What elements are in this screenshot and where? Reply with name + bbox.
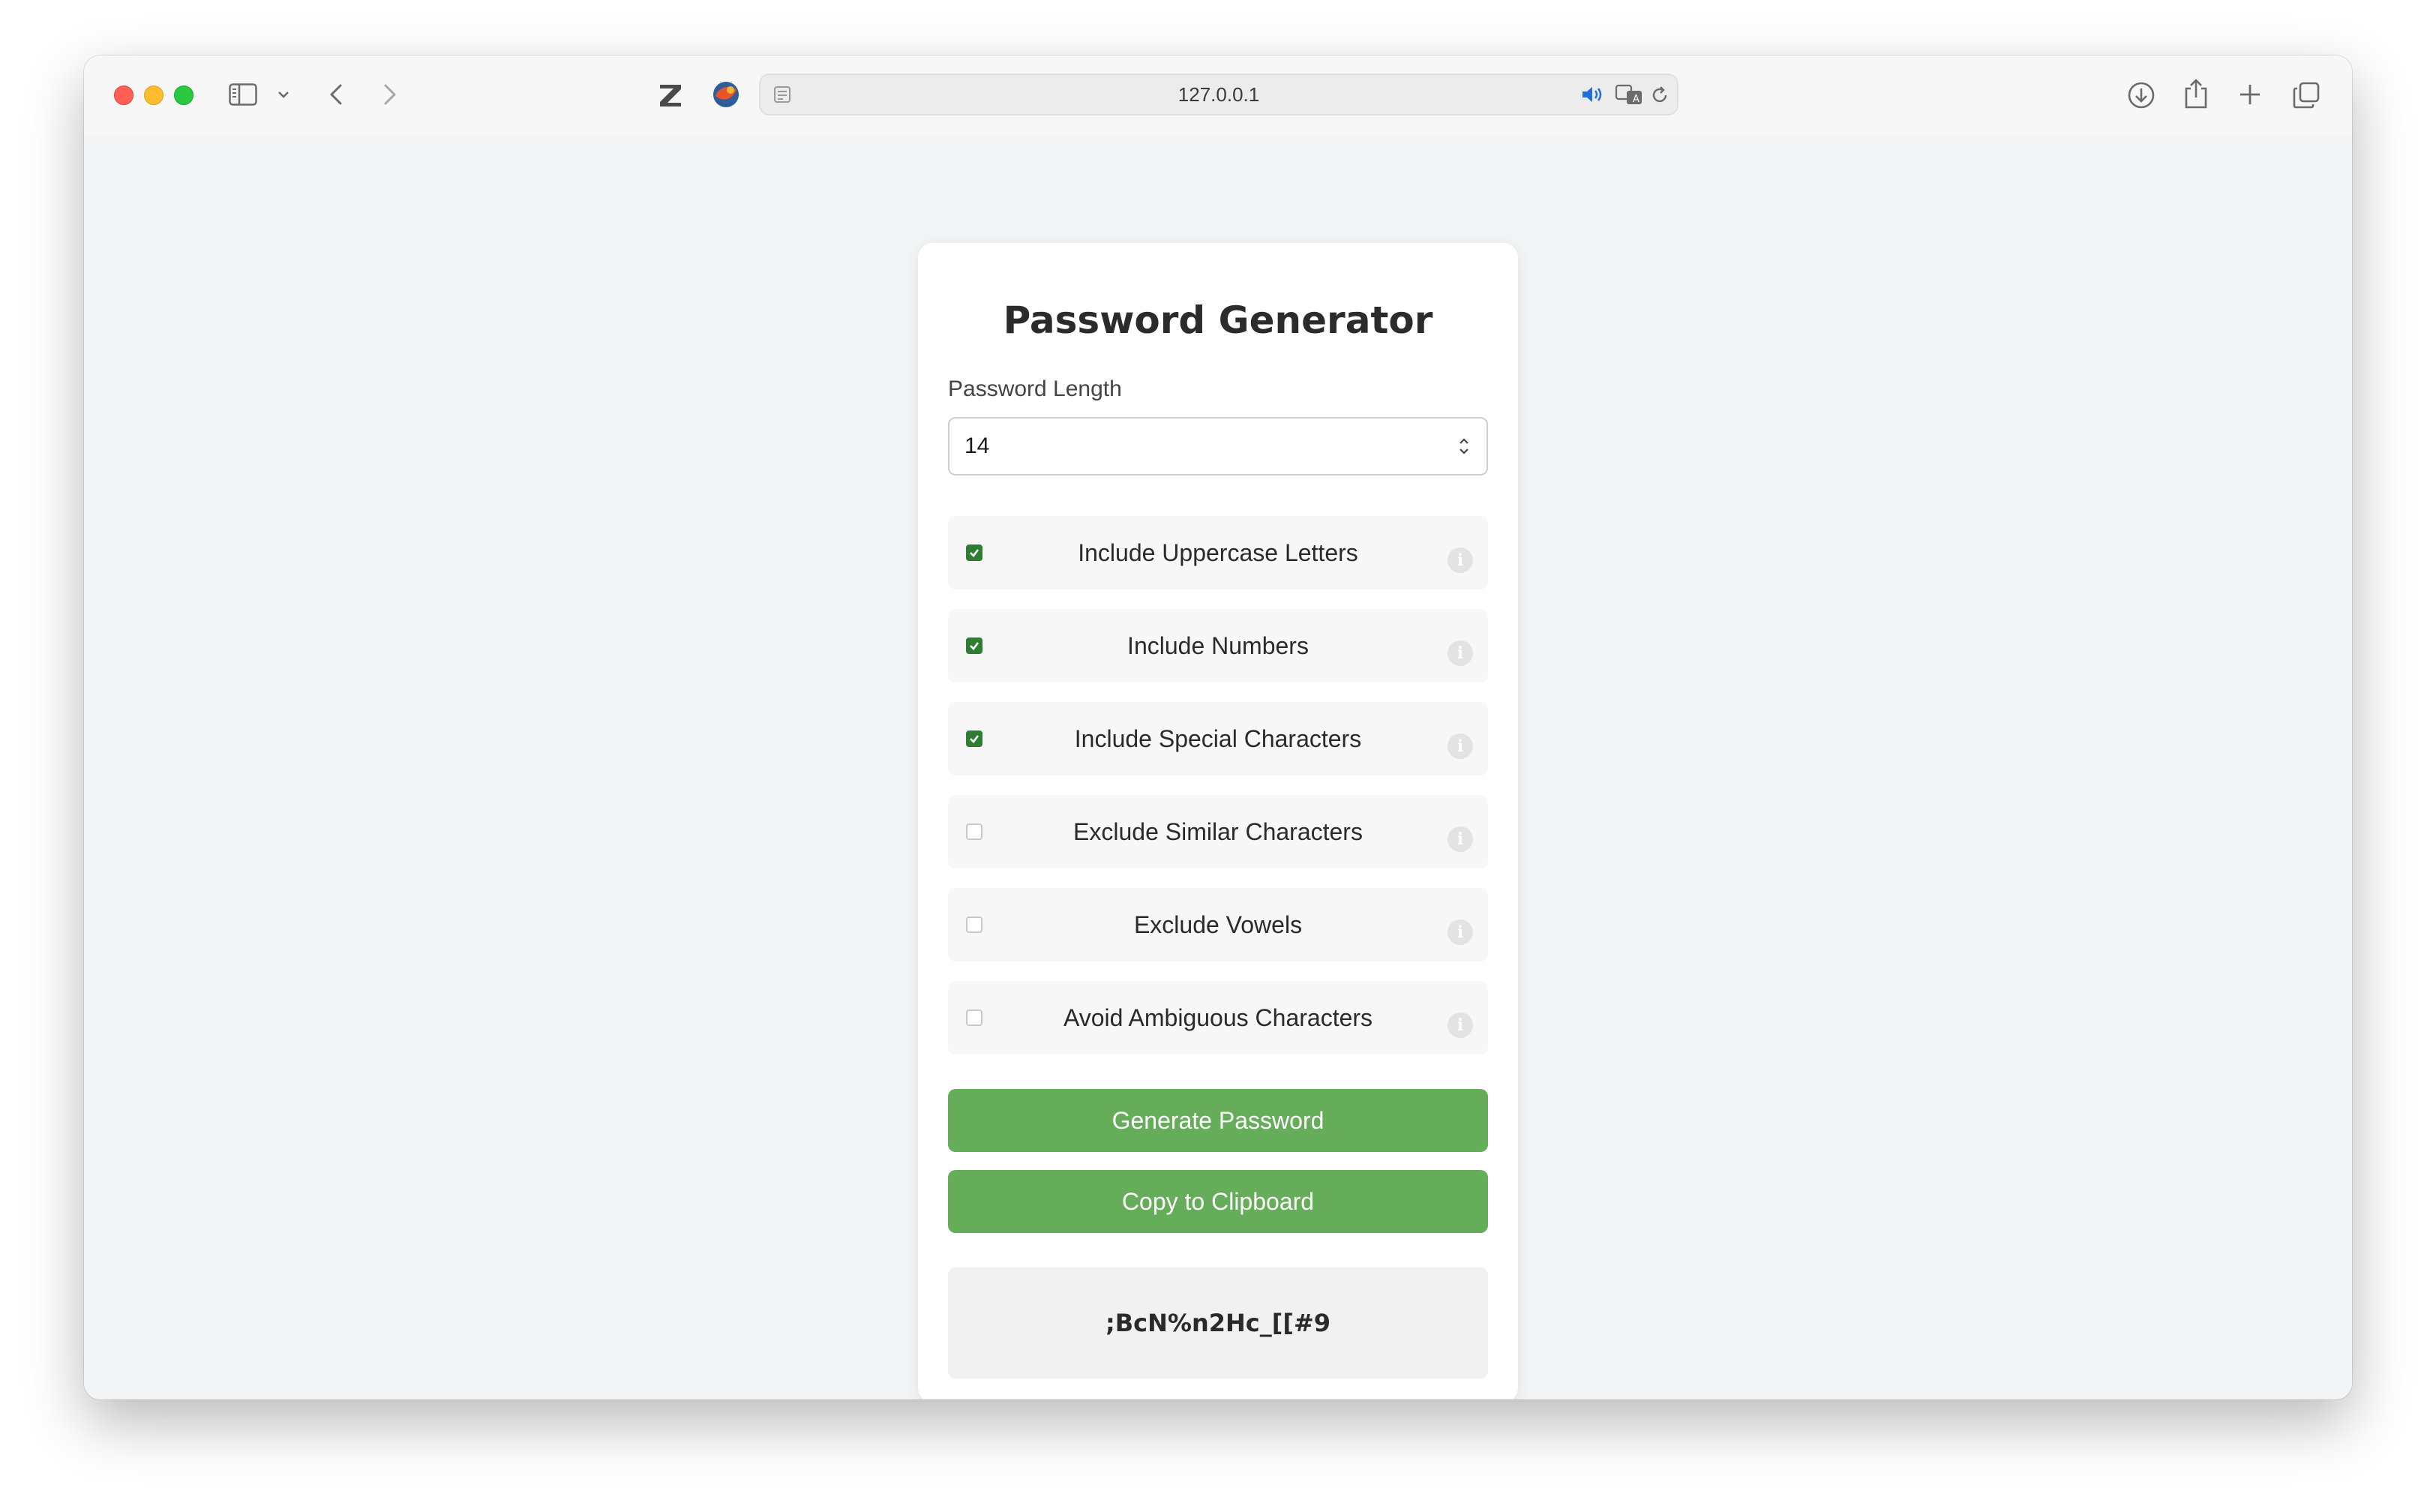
numbers-checkbox[interactable] xyxy=(966,638,982,654)
url-text[interactable]: 127.0.0.1 xyxy=(760,75,1677,114)
info-icon[interactable]: i xyxy=(1448,826,1473,852)
option-label: Include Numbers xyxy=(1127,632,1309,659)
info-icon[interactable]: i xyxy=(1448,1012,1473,1038)
copy-to-clipboard-button[interactable]: Copy to Clipboard xyxy=(948,1170,1488,1233)
option-label: Include Special Characters xyxy=(1074,725,1362,752)
back-arrow-icon[interactable] xyxy=(326,80,346,110)
close-window-button[interactable] xyxy=(114,86,134,105)
option-label: Exclude Similar Characters xyxy=(1073,818,1363,845)
number-stepper-icon[interactable] xyxy=(1456,435,1472,458)
option-include-numbers[interactable]: Include Numbers i xyxy=(948,609,1488,682)
info-icon[interactable]: i xyxy=(1448,734,1473,759)
speaker-icon[interactable] xyxy=(1580,84,1605,105)
screen: 127.0.0.1 A Password Generator Password … xyxy=(0,0,2436,1512)
option-include-uppercase[interactable]: Include Uppercase Letters i xyxy=(948,516,1488,590)
uppercase-checkbox[interactable] xyxy=(966,544,982,561)
option-exclude-vowels[interactable]: Exclude Vowels i xyxy=(948,888,1488,962)
address-bar[interactable]: 127.0.0.1 A xyxy=(759,74,1678,116)
special-checkbox[interactable] xyxy=(966,730,982,747)
generated-password-output: ;BcN%n2Hc_[[#9 xyxy=(948,1268,1488,1378)
browser-toolbar: 127.0.0.1 A xyxy=(84,56,2352,136)
exclude-similar-checkbox[interactable] xyxy=(966,824,982,840)
option-label: Exclude Vowels xyxy=(1133,911,1303,938)
browser-window: 127.0.0.1 A Password Generator Password … xyxy=(84,56,2352,1400)
svg-text:A: A xyxy=(1633,94,1640,105)
translate-icon[interactable]: A xyxy=(1614,82,1644,106)
share-icon[interactable] xyxy=(2181,76,2211,111)
password-length-label: Password Length xyxy=(948,376,1122,401)
page-title: Password Generator xyxy=(1003,298,1433,342)
password-length-input[interactable]: 14 xyxy=(948,417,1488,476)
password-length-value[interactable]: 14 xyxy=(964,418,989,474)
password-generator-card: Password Generator Password Length 14 In… xyxy=(918,243,1518,1400)
info-icon[interactable]: i xyxy=(1448,640,1473,666)
download-icon[interactable] xyxy=(2126,80,2157,111)
option-label: Include Uppercase Letters xyxy=(1078,539,1358,566)
info-icon[interactable]: i xyxy=(1448,548,1473,573)
zoom-window-button[interactable] xyxy=(174,86,194,105)
option-include-special[interactable]: Include Special Characters i xyxy=(948,702,1488,776)
info-icon[interactable]: i xyxy=(1448,920,1473,945)
reload-icon[interactable] xyxy=(1648,84,1671,106)
zotero-icon[interactable] xyxy=(656,80,686,111)
minimize-window-button[interactable] xyxy=(144,86,164,105)
new-tab-icon[interactable] xyxy=(2236,81,2264,108)
option-avoid-ambiguous[interactable]: Avoid Ambiguous Characters i xyxy=(948,981,1488,1054)
chevron-down-icon[interactable] xyxy=(276,87,291,102)
avoid-ambiguous-checkbox[interactable] xyxy=(966,1010,982,1026)
generate-password-button[interactable]: Generate Password xyxy=(948,1089,1488,1152)
tab-overview-icon[interactable] xyxy=(2290,80,2322,111)
option-exclude-similar[interactable]: Exclude Similar Characters i xyxy=(948,795,1488,868)
exclude-vowels-checkbox[interactable] xyxy=(966,916,982,933)
page-content: Password Generator Password Length 14 In… xyxy=(84,135,2352,1400)
option-label: Avoid Ambiguous Characters xyxy=(1063,1004,1373,1031)
sidebar-icon[interactable] xyxy=(228,81,258,108)
extension-icon[interactable] xyxy=(710,78,742,111)
forward-arrow-icon[interactable] xyxy=(380,80,400,110)
